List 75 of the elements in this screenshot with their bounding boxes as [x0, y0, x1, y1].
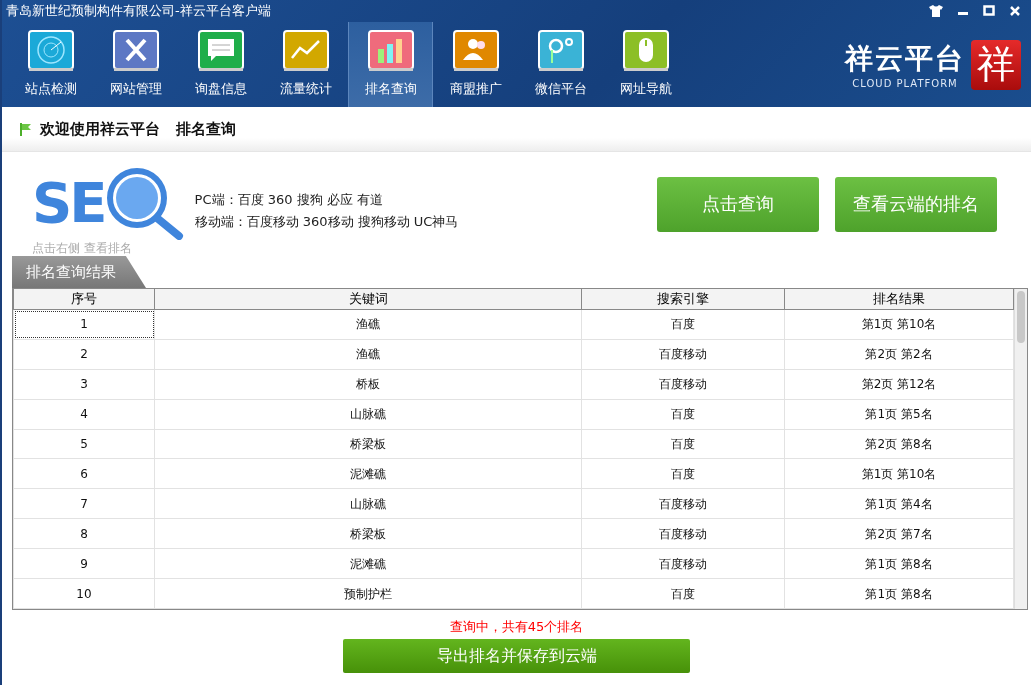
table-cell: 第1页 第10名	[784, 458, 1014, 489]
pc-engines-text: PC端：百度 360 搜狗 必应 有道	[194, 191, 384, 209]
status-text: 查询中，共有45个排名	[448, 618, 585, 636]
table-cell: 4	[13, 399, 155, 430]
nav-tab[interactable]: 商盟推广	[433, 22, 518, 107]
table-cell: 第2页 第8名	[784, 429, 1014, 459]
message-icon	[197, 30, 244, 72]
table-cell: 预制护栏	[154, 578, 582, 609]
brand-subtitle: CLOUD PLATFORM	[852, 78, 958, 89]
bars-icon	[367, 30, 414, 72]
table-cell: 8	[13, 518, 155, 549]
flag-icon	[20, 122, 32, 136]
table-cell: 第1页 第8名	[784, 548, 1014, 579]
seo-logo: SE	[32, 174, 105, 231]
table-cell: 山脉礁	[154, 488, 582, 519]
table-cell: 百度	[581, 458, 785, 489]
maximize-icon[interactable]	[983, 5, 995, 17]
table-cell: 百度移动	[581, 548, 785, 579]
table-cell: 6	[13, 458, 155, 489]
table-cell: 百度移动	[581, 488, 785, 519]
welcome-text: 欢迎使用祥云平台	[40, 119, 160, 139]
scrollbar-thumb[interactable]	[1017, 291, 1025, 343]
table-cell: 第2页 第7名	[784, 518, 1014, 549]
table-cell: 第2页 第2名	[784, 339, 1014, 370]
nav-tab[interactable]: 站点检测	[8, 22, 93, 107]
column-header[interactable]: 排名结果	[784, 289, 1014, 310]
table-cell: 渔礁	[154, 309, 582, 340]
mobile-engines-text: 移动端：百度移动 360移动 搜狗移动 UC神马	[194, 213, 459, 231]
table-cell: 百度	[581, 429, 785, 459]
table-cell: 5	[13, 429, 155, 459]
nav-tab[interactable]: 排名查询	[348, 22, 433, 107]
skin-icon[interactable]	[929, 5, 943, 17]
table-cell: 第2页 第12名	[784, 369, 1014, 400]
window-title: 青岛新世纪预制构件有限公司-祥云平台客户端	[6, 2, 271, 20]
table-cell: 1	[13, 309, 155, 340]
table-cell: 第1页 第5名	[784, 399, 1014, 430]
table-cell: 2	[13, 339, 155, 370]
table-cell: 7	[13, 488, 155, 519]
table-cell: 百度	[581, 309, 785, 340]
table-cell: 第1页 第8名	[784, 578, 1014, 609]
nav-tab[interactable]: 网站管理	[93, 22, 178, 107]
table-cell: 第1页 第4名	[784, 488, 1014, 519]
people-icon	[452, 30, 499, 72]
column-header[interactable]: 序号	[13, 289, 155, 310]
table-cell: 渔礁	[154, 339, 582, 370]
table-cell: 百度移动	[581, 369, 785, 400]
trend-icon	[282, 30, 329, 72]
results-tab[interactable]: 排名查询结果	[12, 256, 146, 288]
table-cell: 第1页 第10名	[784, 309, 1014, 340]
table-cell: 桥板	[154, 369, 582, 400]
column-header[interactable]: 关键词	[154, 289, 582, 310]
table-cell: 百度	[581, 578, 785, 609]
table-cell: 桥梁板	[154, 429, 582, 459]
nav-tab[interactable]: 网址导航	[603, 22, 688, 107]
table-cell: 桥梁板	[154, 518, 582, 549]
page-title: 排名查询	[176, 119, 236, 139]
table-cell: 10	[13, 578, 155, 609]
table-cell: 百度	[581, 399, 785, 430]
close-icon[interactable]	[1009, 5, 1021, 17]
nav-tab[interactable]: 流量统计	[263, 22, 348, 107]
table-cell: 3	[13, 369, 155, 400]
table-cell: 山脉礁	[154, 399, 582, 430]
radar-icon	[27, 30, 74, 72]
nav-tab[interactable]: 询盘信息	[178, 22, 263, 107]
logo-caption: 点击右侧 查看排名	[32, 239, 133, 257]
nav-tab[interactable]: 微信平台	[518, 22, 603, 107]
brand-logo: 祥	[971, 39, 1021, 90]
column-header[interactable]: 搜索引擎	[581, 289, 785, 310]
brand-name: 祥云平台	[845, 41, 965, 77]
table-cell: 百度移动	[581, 518, 785, 549]
table-cell: 9	[13, 548, 155, 579]
mouse-icon	[622, 30, 669, 72]
table-cell: 泥滩礁	[154, 548, 582, 579]
table-cell: 泥滩礁	[154, 458, 582, 489]
table-cell: 百度移动	[581, 339, 785, 370]
